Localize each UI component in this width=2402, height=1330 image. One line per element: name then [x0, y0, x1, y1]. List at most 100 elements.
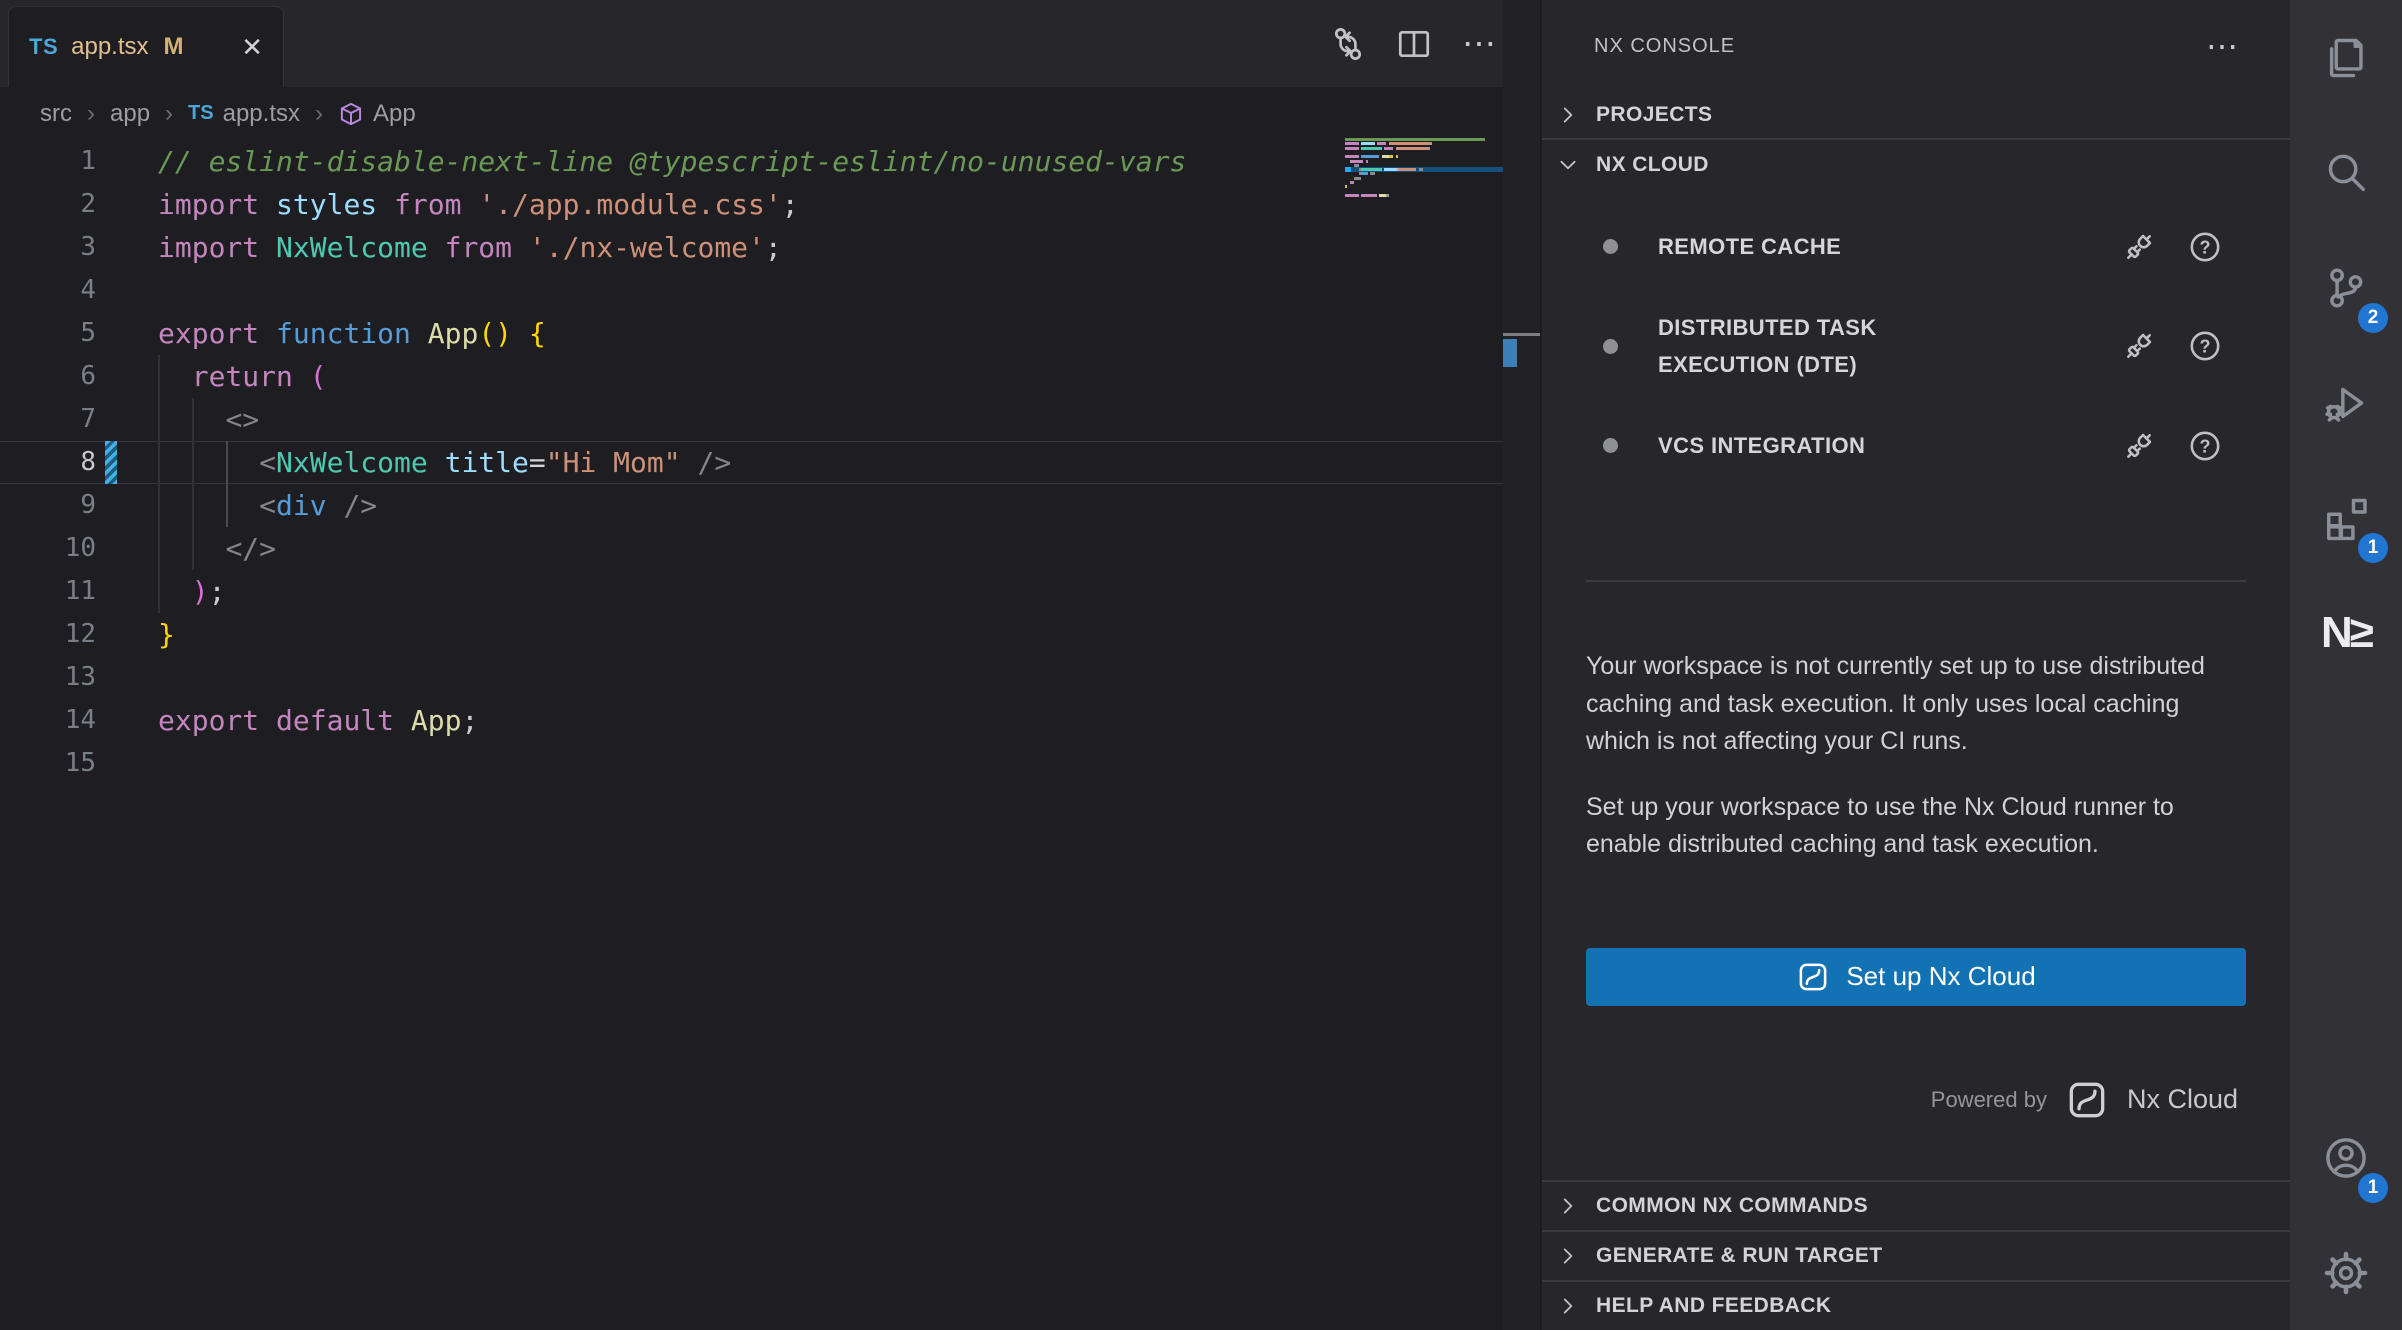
gutter [96, 656, 158, 699]
setup-nx-cloud-button[interactable]: Set up Nx Cloud [1586, 948, 2246, 1006]
code-line[interactable]: 6 return ( [0, 355, 1540, 398]
activity-item-explorer[interactable] [2290, 0, 2402, 115]
activity-item-search[interactable] [2290, 115, 2402, 230]
code-text[interactable]: export function App() { [158, 312, 546, 355]
badge: 2 [2358, 303, 2388, 333]
code-line[interactable]: 5 export function App() { [0, 312, 1540, 355]
code-text[interactable]: } [158, 613, 175, 656]
activity-bar: 2 1 N≥ 1 [2290, 0, 2402, 1330]
code-line[interactable]: 11 ); [0, 570, 1540, 613]
section-common-nx-commands[interactable]: COMMON NX COMMANDS [1542, 1180, 2290, 1230]
breadcrumb-symbol-label: App [373, 100, 416, 128]
activity-item-settings[interactable] [2290, 1215, 2402, 1330]
code-text[interactable]: import styles from './app.module.css'; [158, 183, 799, 226]
breadcrumb: src › app › TS app.tsx › App [0, 87, 1540, 140]
feature-label: DISTRIBUTED TASK EXECUTION (DTE) [1658, 309, 1988, 383]
scrollbar[interactable] [1503, 0, 1540, 1330]
section-label: HELP AND FEEDBACK [1596, 1294, 1831, 1318]
activity-item-accounts[interactable]: 1 [2290, 1100, 2402, 1215]
code-line[interactable]: 8 <NxWelcome title="Hi Mom" /> [0, 441, 1540, 484]
badge: 1 [2358, 1173, 2388, 1203]
minimap-line [1345, 181, 1354, 184]
gutter [96, 269, 158, 312]
files-icon [2323, 35, 2369, 81]
code-text[interactable]: <div /> [158, 484, 377, 527]
line-number: 11 [0, 570, 96, 613]
extensions-icon [2323, 495, 2369, 541]
code-line[interactable]: 13 [0, 656, 1540, 699]
line-number: 6 [0, 355, 96, 398]
section-label: GENERATE & RUN TARGET [1596, 1244, 1882, 1268]
feature-remote-cache[interactable]: REMOTE CACHE? [1586, 228, 2246, 265]
code-line[interactable]: 14export default App; [0, 699, 1540, 742]
tab-app-tsx[interactable]: TS app.tsx M ✕ [8, 6, 284, 87]
code-line[interactable]: 3import NxWelcome from './nx-welcome'; [0, 226, 1540, 269]
breadcrumb-file[interactable]: TS app.tsx [188, 100, 300, 128]
svg-text:?: ? [2199, 436, 2210, 456]
section-help-and-feedback[interactable]: HELP AND FEEDBACK [1542, 1280, 2290, 1330]
question-icon[interactable]: ? [2188, 329, 2222, 363]
open-changes-icon[interactable] [1330, 26, 1366, 62]
code-line[interactable]: 10 </> [0, 527, 1540, 570]
breadcrumb-symbol[interactable]: App [338, 100, 416, 128]
activity-item-nx-console[interactable]: N≥ [2290, 575, 2402, 690]
code-text[interactable]: <> [158, 398, 259, 441]
gutter [96, 742, 158, 785]
nx-console-panel: NX CONSOLE ⋯ PROJECTS NX CLOUD REMOTE CA… [1540, 0, 2290, 1330]
collapsed-sections: COMMON NX COMMANDS GENERATE & RUN TARGET H… [1542, 1180, 2290, 1330]
gutter [96, 484, 158, 527]
connect-icon[interactable] [2122, 329, 2156, 363]
chevron-right-icon: › [87, 100, 95, 128]
chevron-right-icon: › [315, 100, 323, 128]
code-line[interactable]: 1// eslint-disable-next-line @typescript… [0, 140, 1540, 183]
nx-cloud-brand-label: Nx Cloud [2127, 1084, 2238, 1115]
code-editor[interactable]: 1// eslint-disable-next-line @typescript… [0, 140, 1540, 785]
gutter [96, 226, 158, 269]
code-text[interactable]: <NxWelcome title="Hi Mom" /> [158, 441, 731, 484]
section-nx-cloud[interactable]: NX CLOUD [1542, 140, 2290, 190]
panel-more-actions-icon[interactable]: ⋯ [2206, 27, 2240, 65]
connect-icon[interactable] [2122, 230, 2156, 264]
code-line[interactable]: 12} [0, 613, 1540, 656]
activity-item-run-and-debug[interactable] [2290, 345, 2402, 460]
minimap[interactable] [1345, 130, 1503, 240]
section-projects[interactable]: PROJECTS [1542, 92, 2290, 140]
close-tab-icon[interactable]: ✕ [241, 32, 263, 63]
feature-label: REMOTE CACHE [1658, 228, 1841, 265]
code-text[interactable]: ); [158, 570, 225, 613]
code-line[interactable]: 15 [0, 742, 1540, 785]
feature-distributed-task-execution-dte[interactable]: DISTRIBUTED TASK EXECUTION (DTE)? [1586, 309, 2246, 383]
feature-label: VCS INTEGRATION [1658, 427, 1865, 464]
connect-icon[interactable] [2122, 429, 2156, 463]
code-text[interactable]: </> [158, 527, 276, 570]
setup-instruction-text: Set up your workspace to use the Nx Clou… [1586, 789, 2246, 864]
more-actions-icon[interactable]: ⋯ [1462, 26, 1498, 62]
gear-icon [2323, 1250, 2369, 1296]
line-number: 8 [0, 441, 96, 484]
split-editor-icon[interactable] [1396, 26, 1432, 62]
code-text[interactable]: // eslint-disable-next-line @typescript-… [158, 140, 1186, 183]
code-line[interactable]: 9 <div /> [0, 484, 1540, 527]
line-number: 5 [0, 312, 96, 355]
section-generate-run-target[interactable]: GENERATE & RUN TARGET [1542, 1230, 2290, 1280]
code-text[interactable]: import NxWelcome from './nx-welcome'; [158, 226, 782, 269]
feature-vcs-integration[interactable]: VCS INTEGRATION? [1586, 427, 2246, 464]
breadcrumb-folder[interactable]: app [110, 100, 150, 128]
question-icon[interactable]: ? [2188, 230, 2222, 264]
activity-item-extensions[interactable]: 1 [2290, 460, 2402, 575]
nx-logo-icon: N≥ [2321, 608, 2371, 658]
activity-item-source-control[interactable]: 2 [2290, 230, 2402, 345]
code-text[interactable]: return ( [158, 355, 327, 398]
feature-actions: ? [2122, 230, 2222, 264]
gutter [96, 441, 158, 484]
gutter [96, 183, 158, 226]
status-dot [1603, 438, 1618, 453]
code-line[interactable]: 4 [0, 269, 1540, 312]
breadcrumb-folder[interactable]: src [40, 100, 72, 128]
code-line[interactable]: 7 <> [0, 398, 1540, 441]
minimap-line [1345, 138, 1485, 141]
code-line[interactable]: 2import styles from './app.module.css'; [0, 183, 1540, 226]
nx-cloud-icon [1796, 960, 1830, 994]
question-icon[interactable]: ? [2188, 429, 2222, 463]
code-text[interactable]: export default App; [158, 699, 478, 742]
